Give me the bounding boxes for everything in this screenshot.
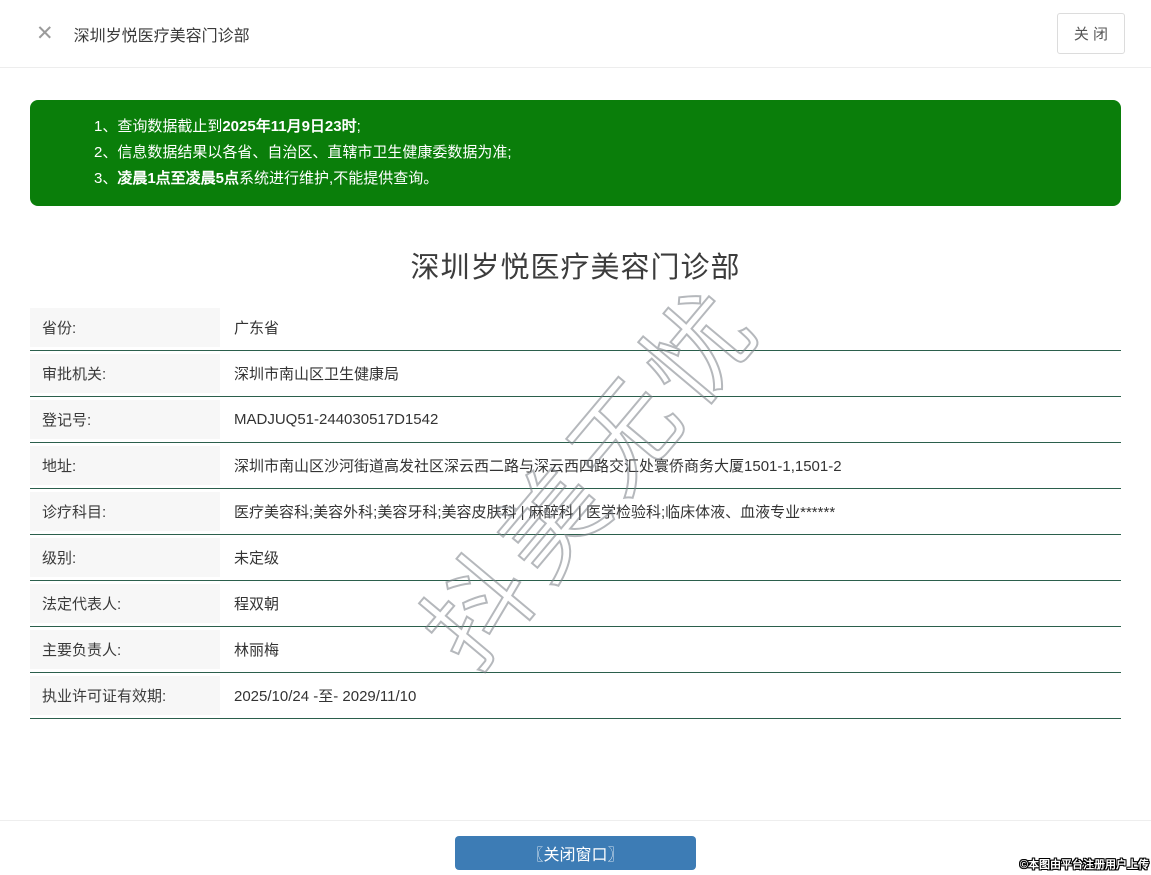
modal-footer: 〖关闭窗口〗 <box>0 820 1151 875</box>
table-row-address: 地址: 深圳市南山区沙河街道高发社区深云西二路与深云西四路交汇处寰侨商务大厦15… <box>30 443 1121 489</box>
notice-line-3: 3、凌晨1点至凌晨5点系统进行维护,不能提供查询。 <box>94 166 1101 192</box>
table-row-province: 省份: 广东省 <box>30 305 1121 351</box>
modal-title: 深圳岁悦医疗美容门诊部 <box>73 27 250 45</box>
upload-credit-text: ©本图由平台注册用户上传 <box>1019 859 1149 871</box>
table-row-level: 级别: 未定级 <box>30 535 1121 581</box>
notice-line-1-bold: 2025年11月9日23时 <box>222 118 357 135</box>
notice-line-3-bold: 凌晨1点至凌晨5点 <box>117 170 240 187</box>
close-window-button[interactable]: 〖关闭窗口〗 <box>455 836 696 870</box>
row-value: 程双朝 <box>234 596 280 613</box>
row-label: 法定代表人: <box>30 581 220 626</box>
row-label: 审批机关: <box>30 351 220 396</box>
notice-box: 1、查询数据截止到2025年11月9日23时; 2、信息数据结果以各省、自治区、… <box>30 100 1121 206</box>
row-value: 2025/10/24 -至- 2029/11/10 <box>234 688 417 705</box>
notice-line-1-suffix: ; <box>356 118 361 135</box>
notice-line-2: 2、信息数据结果以各省、自治区、直辖市卫生健康委数据为准; <box>94 140 1101 166</box>
close-x-icon[interactable]: ✕ <box>36 23 54 44</box>
table-row-main-person-in-charge: 主要负责人: 林丽梅 <box>30 627 1121 673</box>
row-label: 诊疗科目: <box>30 489 220 534</box>
row-value: 医疗美容科;美容外科;美容牙科;美容皮肤科 | 麻醉科 | 医学检验科;临床体液… <box>234 504 836 521</box>
table-row-medical-subjects: 诊疗科目: 医疗美容科;美容外科;美容牙科;美容皮肤科 | 麻醉科 | 医学检验… <box>30 489 1121 535</box>
row-value: 未定级 <box>234 550 280 567</box>
row-value: 深圳市南山区卫生健康局 <box>234 366 400 383</box>
notice-line-1-text: 1、查询数据截止到 <box>94 118 223 135</box>
institution-info-table: 省份: 广东省 审批机关: 深圳市南山区卫生健康局 登记号: MADJUQ51-… <box>30 305 1121 719</box>
row-label: 地址: <box>30 443 220 488</box>
table-row-license-validity: 执业许可证有效期: 2025/10/24 -至- 2029/11/10 <box>30 673 1121 719</box>
row-value: 广东省 <box>234 320 280 337</box>
page-title: 深圳岁悦医疗美容门诊部 <box>410 252 741 284</box>
row-value: 林丽梅 <box>234 642 280 659</box>
row-value: MADJUQ51-244030517D1542 <box>234 411 439 428</box>
row-label: 省份: <box>30 305 220 350</box>
modal-header: ✕ 深圳岁悦医疗美容门诊部 关 闭 <box>0 0 1151 68</box>
close-button[interactable]: 关 闭 <box>1056 13 1125 54</box>
notice-line-1: 1、查询数据截止到2025年11月9日23时; <box>94 114 1101 140</box>
notice-line-3-suffix: 系统进行维护,不能提供查询。 <box>239 170 439 187</box>
row-label: 执业许可证有效期: <box>30 673 220 718</box>
row-label: 登记号: <box>30 397 220 442</box>
table-row-legal-representative: 法定代表人: 程双朝 <box>30 581 1121 627</box>
row-label: 主要负责人: <box>30 627 220 672</box>
row-value: 深圳市南山区沙河街道高发社区深云西二路与深云西四路交汇处寰侨商务大厦1501-1… <box>234 458 842 475</box>
table-row-registration-number: 登记号: MADJUQ51-244030517D1542 <box>30 397 1121 443</box>
table-row-approval-authority: 审批机关: 深圳市南山区卫生健康局 <box>30 351 1121 397</box>
notice-line-3-text: 3、 <box>94 170 118 187</box>
row-label: 级别: <box>30 535 220 580</box>
notice-line-2-text: 2、信息数据结果以各省、自治区、直辖市卫生健康委数据为准; <box>94 144 512 161</box>
